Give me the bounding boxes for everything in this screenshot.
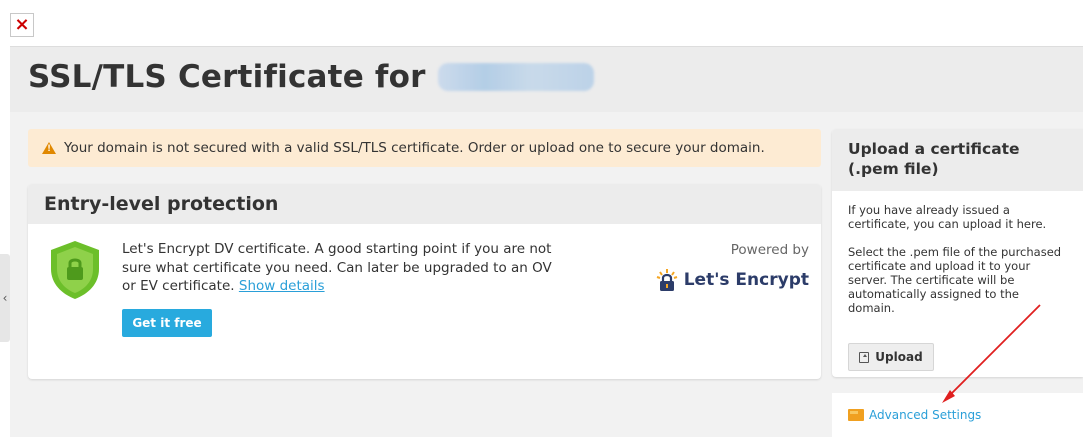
entry-level-title: Entry-level protection (28, 184, 821, 224)
warning-triangle-icon (42, 142, 56, 154)
main-content: Your domain is not secured with a valid … (10, 112, 1083, 437)
page-header: SSL/TLS Certificate for (10, 46, 1083, 112)
upload-panel-paragraph-2: Select the .pem file of the purchased ce… (848, 245, 1062, 315)
settings-box-icon (848, 409, 864, 421)
collapse-sidebar-tab[interactable]: ‹ (0, 254, 10, 342)
broken-image-icon: × (10, 13, 34, 37)
upload-icon (859, 351, 870, 363)
description-text: Let's Encrypt DV certificate. A good sta… (122, 241, 552, 294)
upload-button-label: Upload (875, 350, 923, 364)
upload-button[interactable]: Upload (848, 343, 934, 371)
upload-panel-title: Upload a certificate (.pem file) (832, 129, 1083, 191)
show-details-link[interactable]: Show details (239, 278, 325, 294)
shield-lock-icon (51, 241, 99, 299)
entry-level-card: Entry-level protection Let's Encrypt DV … (28, 184, 821, 379)
powered-by-block: Powered by Let's Encrypt (656, 242, 809, 291)
blurred-domain-name (437, 63, 594, 91)
lets-encrypt-lock-icon (656, 269, 678, 291)
page-title-text: SSL/TLS Certificate for (28, 59, 426, 95)
warning-text: Your domain is not secured with a valid … (64, 140, 765, 156)
warning-banner: Your domain is not secured with a valid … (28, 129, 821, 167)
upload-panel-body: If you have already issued a certificate… (832, 191, 1083, 315)
get-it-free-button[interactable]: Get it free (122, 309, 212, 337)
top-strip (0, 0, 1083, 46)
broken-image-glyph: × (14, 14, 30, 35)
lets-encrypt-logo-text: Let's Encrypt (683, 270, 809, 290)
advanced-settings-label: Advanced Settings (869, 408, 982, 422)
upload-certificate-panel: Upload a certificate (.pem file) If you … (832, 129, 1083, 377)
powered-by-label: Powered by (730, 242, 809, 258)
upload-panel-paragraph-1: If you have already issued a certificate… (848, 203, 1047, 231)
page-title: SSL/TLS Certificate for (28, 59, 594, 95)
lets-encrypt-logo: Let's Encrypt (656, 269, 809, 291)
chevron-left-icon: ‹ (2, 291, 8, 305)
advanced-settings-link[interactable]: Advanced Settings (832, 393, 1083, 437)
entry-level-description: Let's Encrypt DV certificate. A good sta… (122, 240, 562, 296)
